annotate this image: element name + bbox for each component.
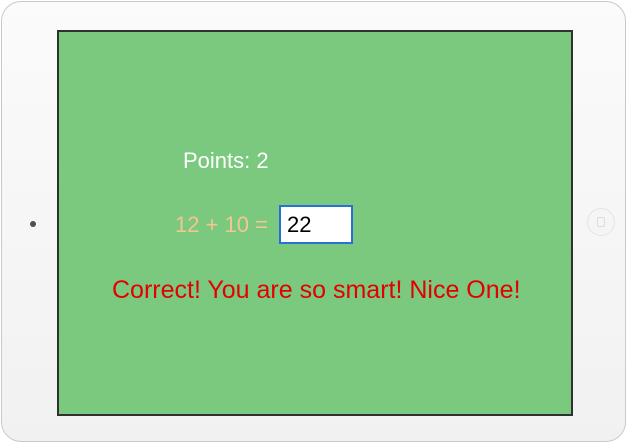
feedback-message: Correct! You are so smart! Nice One! (112, 276, 521, 304)
home-button-icon[interactable] (587, 208, 615, 236)
game-screen: Points: 2 12 + 10 = Correct! You are so … (57, 30, 573, 416)
tablet-frame: Points: 2 12 + 10 = Correct! You are so … (1, 1, 626, 442)
camera-icon (30, 221, 36, 227)
points-counter: Points: 2 (183, 148, 269, 173)
math-equation: 12 + 10 = (175, 212, 268, 237)
answer-input[interactable] (279, 205, 353, 244)
